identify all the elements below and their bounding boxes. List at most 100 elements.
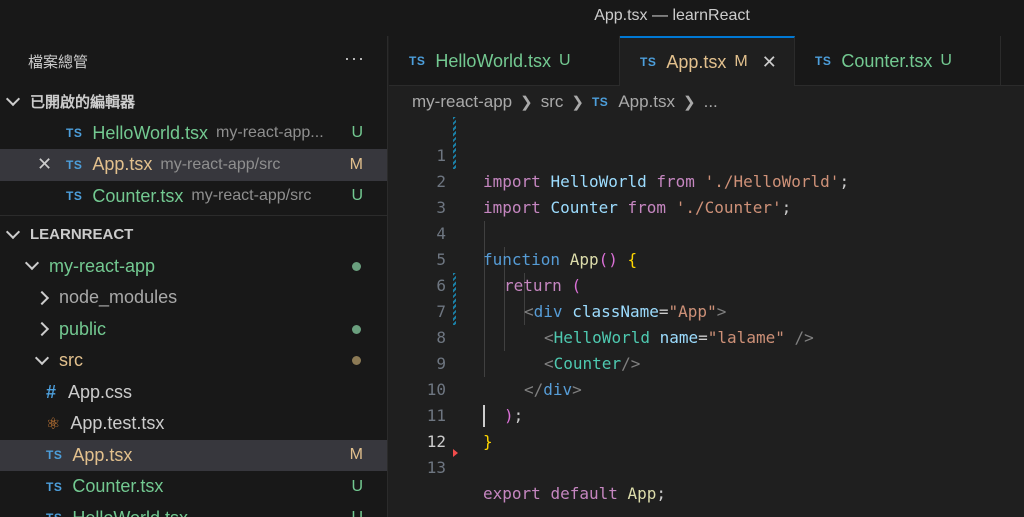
chevron-down-icon — [5, 224, 21, 239]
tab-app[interactable]: TS App.tsx M ✕ — [620, 36, 795, 86]
close-icon[interactable]: ✕ — [37, 154, 52, 175]
tree-folder-my-react-app[interactable]: my-react-app — [0, 251, 387, 283]
open-editor-name: HelloWorld.tsx — [92, 122, 209, 143]
typescript-icon: TS — [591, 95, 609, 109]
explorer-sidebar: 檔案總管 ··· 已開啟的編輯器 TS HelloWorld.tsx my-re… — [0, 36, 388, 517]
code-line: 12 — [389, 403, 1024, 451]
editor-tabs: TS HelloWorld.tsx U TS App.tsx M ✕ TS Co… — [389, 36, 1024, 86]
breadcrumb: my-react-app ❯ src ❯ TS App.tsx ❯ ... — [412, 88, 718, 116]
tree-item-label: App.tsx — [72, 444, 133, 465]
breadcrumb-more[interactable]: ... — [704, 92, 718, 112]
explorer-header: 檔案總管 ··· — [0, 36, 387, 86]
code-line: 8 <Counter/> — [389, 299, 1024, 373]
git-status-badge: U — [351, 124, 363, 142]
open-editor-name: App.tsx — [92, 154, 153, 175]
breadcrumb-root[interactable]: my-react-app — [412, 92, 512, 112]
tab-label: HelloWorld.tsx — [435, 50, 552, 71]
git-status-badge: M — [349, 155, 363, 173]
typescript-icon: TS — [640, 55, 657, 69]
typescript-icon: TS — [66, 157, 83, 172]
css-icon: # — [46, 381, 57, 402]
react-icon: ⚛ — [46, 415, 61, 433]
tree-item-label: App.css — [68, 381, 133, 402]
tree-item-label: App.test.tsx — [70, 413, 165, 434]
chevron-right-icon — [34, 290, 50, 305]
code-line: 2 import Counter from './Counter'; — [389, 143, 1024, 217]
tree-file-app-tsx[interactable]: TS App.tsx M — [0, 439, 387, 471]
open-editor-path: my-react-app... — [216, 124, 324, 142]
git-status-badge: U — [351, 509, 363, 517]
more-actions-icon[interactable]: ··· — [344, 48, 365, 69]
typescript-icon: TS — [46, 479, 63, 494]
tree-item-label: Counter.tsx — [72, 476, 164, 497]
tree-item-label: HelloWorld.tsx — [72, 508, 188, 517]
chevron-right-icon: ❯ — [683, 94, 696, 111]
git-status-badge: U — [559, 52, 571, 69]
code-line: 3 — [389, 169, 1024, 217]
code-line: 5 return ( — [389, 221, 1024, 295]
chevron-right-icon — [34, 322, 50, 337]
close-tab-icon[interactable]: ✕ — [762, 52, 777, 73]
typescript-icon: TS — [66, 126, 83, 141]
breadcrumb-folder[interactable]: src — [541, 92, 564, 112]
typescript-icon: TS — [66, 189, 83, 204]
tree-file-app-test[interactable]: ⚛ App.test.tsx — [0, 408, 387, 440]
tree-item-label: node_modules — [59, 287, 178, 308]
open-editor-path: my-react-app/src — [160, 155, 281, 173]
tree-item-label: public — [59, 318, 107, 339]
tree-file-counter-tsx[interactable]: TS Counter.tsx U — [0, 471, 387, 503]
typescript-icon: TS — [409, 54, 426, 68]
project-label: LEARNREACT — [30, 226, 134, 244]
code-line: 10 ); — [389, 351, 1024, 425]
tab-label: Counter.tsx — [841, 50, 933, 71]
typescript-icon: TS — [46, 448, 63, 463]
code-line: 13 export default App; — [389, 429, 1024, 503]
chevron-right-icon: ❯ — [520, 94, 533, 111]
code-line: 11 } — [389, 377, 1024, 451]
open-editor-app[interactable]: ✕ TS App.tsx my-react-app/src M — [0, 149, 387, 181]
code-line: 7 <HelloWorld name="lalame" /> — [389, 273, 1024, 347]
tree-file-helloworld-tsx[interactable]: TS HelloWorld.tsx U — [0, 503, 387, 517]
git-status-badge: M — [349, 446, 363, 464]
tree-item-label: src — [59, 350, 83, 371]
chevron-down-icon — [34, 350, 50, 365]
section-divider — [0, 215, 387, 216]
git-status-badge: U — [351, 477, 363, 495]
tab-helloworld[interactable]: TS HelloWorld.tsx U — [389, 36, 620, 86]
title-bar: App.tsx — learnReact — [0, 0, 1024, 36]
tree-folder-src[interactable]: src — [0, 345, 387, 377]
code-line: 9 </div> — [389, 325, 1024, 399]
window-title: App.tsx — learnReact — [594, 7, 750, 24]
tree-folder-public[interactable]: public — [0, 314, 387, 346]
text-cursor — [483, 405, 485, 427]
open-editor-helloworld[interactable]: TS HelloWorld.tsx my-react-app... U — [0, 118, 387, 150]
line-number: 13 — [426, 458, 446, 477]
tab-label: App.tsx — [666, 51, 727, 72]
git-status-badge: U — [351, 187, 363, 205]
open-editor-path: my-react-app/src — [191, 187, 312, 205]
explorer-title: 檔案總管 — [28, 53, 89, 71]
git-status-badge: U — [940, 52, 952, 69]
code-editor[interactable]: 1 import HelloWorld from './HelloWorld';… — [389, 117, 1024, 517]
typescript-icon: TS — [46, 511, 62, 517]
chevron-down-icon — [24, 256, 40, 271]
chevron-right-icon: ❯ — [571, 94, 584, 111]
breadcrumb-file[interactable]: App.tsx — [618, 92, 675, 112]
code-line: 1 import HelloWorld from './HelloWorld'; — [389, 117, 1024, 191]
project-section[interactable]: LEARNREACT — [0, 219, 387, 251]
chevron-down-icon — [5, 91, 21, 106]
open-editor-name: Counter.tsx — [92, 185, 184, 206]
code-line: 4 function App() { — [389, 195, 1024, 269]
status-dot — [352, 356, 361, 366]
tree-file-app-css[interactable]: # App.css — [0, 377, 387, 409]
tab-counter[interactable]: TS Counter.tsx U — [795, 36, 1001, 86]
tree-folder-node-modules[interactable]: node_modules — [0, 282, 387, 314]
git-status-badge: M — [734, 53, 748, 70]
tree-item-label: my-react-app — [49, 255, 156, 276]
open-editors-section[interactable]: 已開啟的編輯器 — [0, 86, 387, 118]
code-text: export default App; — [483, 484, 667, 503]
open-editor-counter[interactable]: TS Counter.tsx my-react-app/src U — [0, 181, 387, 213]
open-editors-label: 已開啟的編輯器 — [30, 94, 136, 112]
status-dot — [352, 261, 361, 271]
typescript-icon: TS — [815, 54, 832, 68]
